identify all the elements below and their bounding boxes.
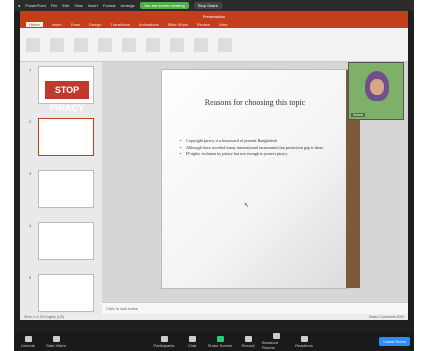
slide-thumb-4[interactable]: 4 (29, 222, 94, 260)
camera-icon (52, 335, 60, 342)
bullet-item: Copyright piracy is a buzzword of presen… (180, 138, 338, 145)
ribbon-tabs: Home Insert Draw Design Transitions Anim… (20, 21, 408, 28)
font-icon[interactable] (98, 37, 112, 52)
tab-transitions[interactable]: Transitions (110, 22, 129, 27)
ppt-titlebar: Presentation (20, 11, 408, 21)
menu-arrange[interactable]: Arrange (121, 3, 135, 8)
share-screen-button[interactable]: Share Screen (206, 335, 234, 348)
slide-thumb-1[interactable]: 1 STOP PIRACY (29, 66, 94, 113)
slide-thumb-5[interactable]: 5 (29, 274, 94, 312)
bullet-item: IP rights violation by piracy but not en… (180, 151, 338, 158)
slide-thumb-2[interactable]: 2 (29, 118, 94, 156)
slide-thumb-number: 2 (29, 119, 32, 124)
participant-name: Nusrat (351, 113, 366, 117)
leave-room-button[interactable]: Leave Room (379, 337, 410, 346)
zoom-toolbar: Unmute Start Video Participants Chat Sha… (14, 332, 414, 351)
unmute-button[interactable]: Unmute (14, 335, 42, 348)
new-slide-icon[interactable] (50, 37, 64, 52)
bold-icon[interactable] (122, 37, 136, 52)
tab-insert[interactable]: Insert (52, 22, 62, 27)
reactions-button[interactable]: Reactions (290, 335, 318, 348)
chat-icon (188, 335, 196, 342)
reactions-icon (300, 335, 308, 342)
slide-thumbnail-panel[interactable]: 1 STOP PIRACY 2 3 4 5 (20, 62, 102, 316)
paste-icon[interactable] (26, 37, 40, 52)
ribbon (20, 28, 408, 62)
notes-pane[interactable]: Click to add notes (102, 302, 408, 314)
menu-insert[interactable]: Insert (88, 3, 98, 8)
stop-piracy-graphic: STOP PIRACY (45, 81, 89, 113)
participants-icon (160, 335, 168, 342)
sharing-badge: You are screen sharing (139, 2, 189, 9)
tab-review[interactable]: Review (197, 22, 210, 27)
menu-format[interactable]: Format (103, 3, 116, 8)
stop-share-button[interactable]: Stop Share (193, 2, 222, 9)
slide-bullets[interactable]: Copyright piracy is a buzzword of presen… (180, 138, 338, 158)
tab-view[interactable]: View (219, 22, 228, 27)
record-button[interactable]: Record (234, 335, 262, 348)
participant-face (370, 79, 384, 95)
tab-draw[interactable]: Draw (71, 22, 80, 27)
tab-animations[interactable]: Animations (139, 22, 159, 27)
status-bar: Slide 2 of 15 English (US) Notes Comment… (20, 314, 408, 320)
menu-file[interactable]: File (51, 3, 57, 8)
slide-title[interactable]: Reasons for choosing this topic (172, 98, 338, 107)
current-slide[interactable]: Reasons for choosing this topic Copyrigh… (162, 70, 360, 288)
tab-design[interactable]: Design (89, 22, 101, 27)
status-right[interactable]: Notes Comments 83% (369, 315, 404, 319)
microphone-icon (24, 335, 32, 342)
share-screen-icon (216, 335, 224, 342)
record-icon (244, 335, 252, 342)
shapes-icon[interactable] (170, 37, 184, 52)
mouse-cursor-icon: ↖ (244, 203, 250, 209)
start-video-button[interactable]: Start Video (42, 335, 70, 348)
bullet-item: Although have acceded many international… (180, 145, 338, 152)
menu-view[interactable]: View (74, 3, 83, 8)
slide-thumb-3[interactable]: 3 (29, 170, 94, 208)
arrange-icon[interactable] (194, 37, 208, 52)
tab-home[interactable]: Home (26, 22, 43, 27)
paragraph-icon[interactable] (146, 37, 160, 52)
slide-thumb-number: 3 (29, 171, 32, 176)
breakout-rooms-button[interactable]: Breakout Rooms (262, 333, 290, 350)
participant-video[interactable]: Nusrat (348, 62, 404, 120)
screen-frame: ● PowerPoint File Edit View Insert Forma… (14, 0, 414, 332)
tab-slideshow[interactable]: Slide Show (168, 22, 188, 27)
breakout-icon (272, 333, 280, 339)
slide-thumb-number: 1 (29, 67, 32, 72)
menu-edit[interactable]: Edit (62, 3, 69, 8)
document-title: Presentation (202, 13, 226, 19)
slide-thumb-number: 4 (29, 223, 32, 228)
notes-placeholder: Click to add notes (106, 306, 138, 311)
menu-app[interactable]: PowerPoint (25, 3, 45, 8)
styles-icon[interactable] (218, 37, 232, 52)
mac-menubar: ● PowerPoint File Edit View Insert Forma… (14, 0, 414, 11)
layout-icon[interactable] (74, 37, 88, 52)
status-left: Slide 2 of 15 English (US) (24, 315, 65, 319)
chat-button[interactable]: Chat (178, 335, 206, 348)
participants-button[interactable]: Participants (150, 335, 178, 348)
slide-thumb-number: 5 (29, 275, 32, 280)
apple-icon[interactable]: ● (18, 3, 20, 8)
